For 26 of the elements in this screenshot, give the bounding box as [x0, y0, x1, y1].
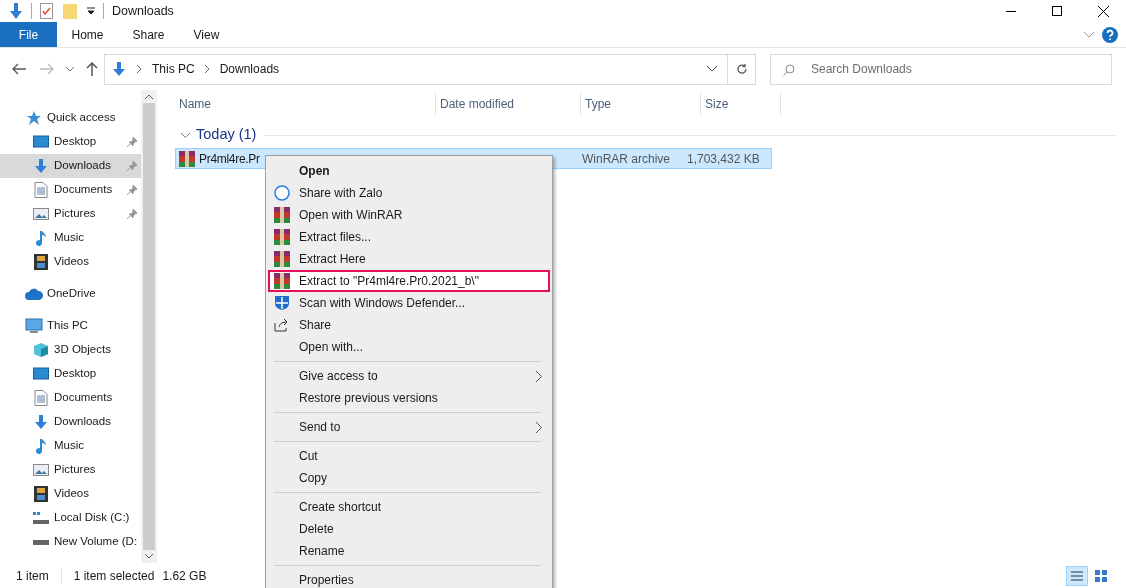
nav-label: OneDrive [47, 286, 96, 302]
file-size: 1,703,432 KB [687, 150, 760, 168]
nav-label: Local Disk (C:) [54, 510, 130, 526]
nav-label: Downloads [54, 414, 111, 430]
nav-label: Videos [54, 486, 89, 502]
nav-label: Desktop [54, 134, 97, 150]
nav-label: Videos [54, 254, 89, 270]
nav-label: New Volume (D: [54, 534, 138, 550]
window-title: Downloads [112, 2, 174, 20]
nav-label: Documents [54, 390, 113, 406]
nav-label: 3D Objects [54, 342, 111, 358]
group-heading: Today (1) [196, 125, 257, 145]
nav-label: Pictures [54, 462, 96, 478]
nav-label: Desktop [54, 366, 97, 382]
nav-label: Quick access [47, 110, 116, 126]
file-type: WinRAR archive [582, 150, 672, 168]
nav-label: Documents [54, 182, 113, 198]
nav-label: Music [54, 438, 85, 454]
nav-label: This PC [47, 318, 88, 334]
nav-label: Pictures [54, 206, 96, 222]
status-text: 1 item [16, 567, 49, 585]
status-text: 1 item selected [73, 567, 155, 585]
nav-label: Downloads [54, 158, 111, 174]
file-name: Pr4ml4re.Pr [199, 150, 261, 168]
status-text: 1.62 GB [162, 567, 207, 585]
nav-label: Music [54, 230, 85, 246]
